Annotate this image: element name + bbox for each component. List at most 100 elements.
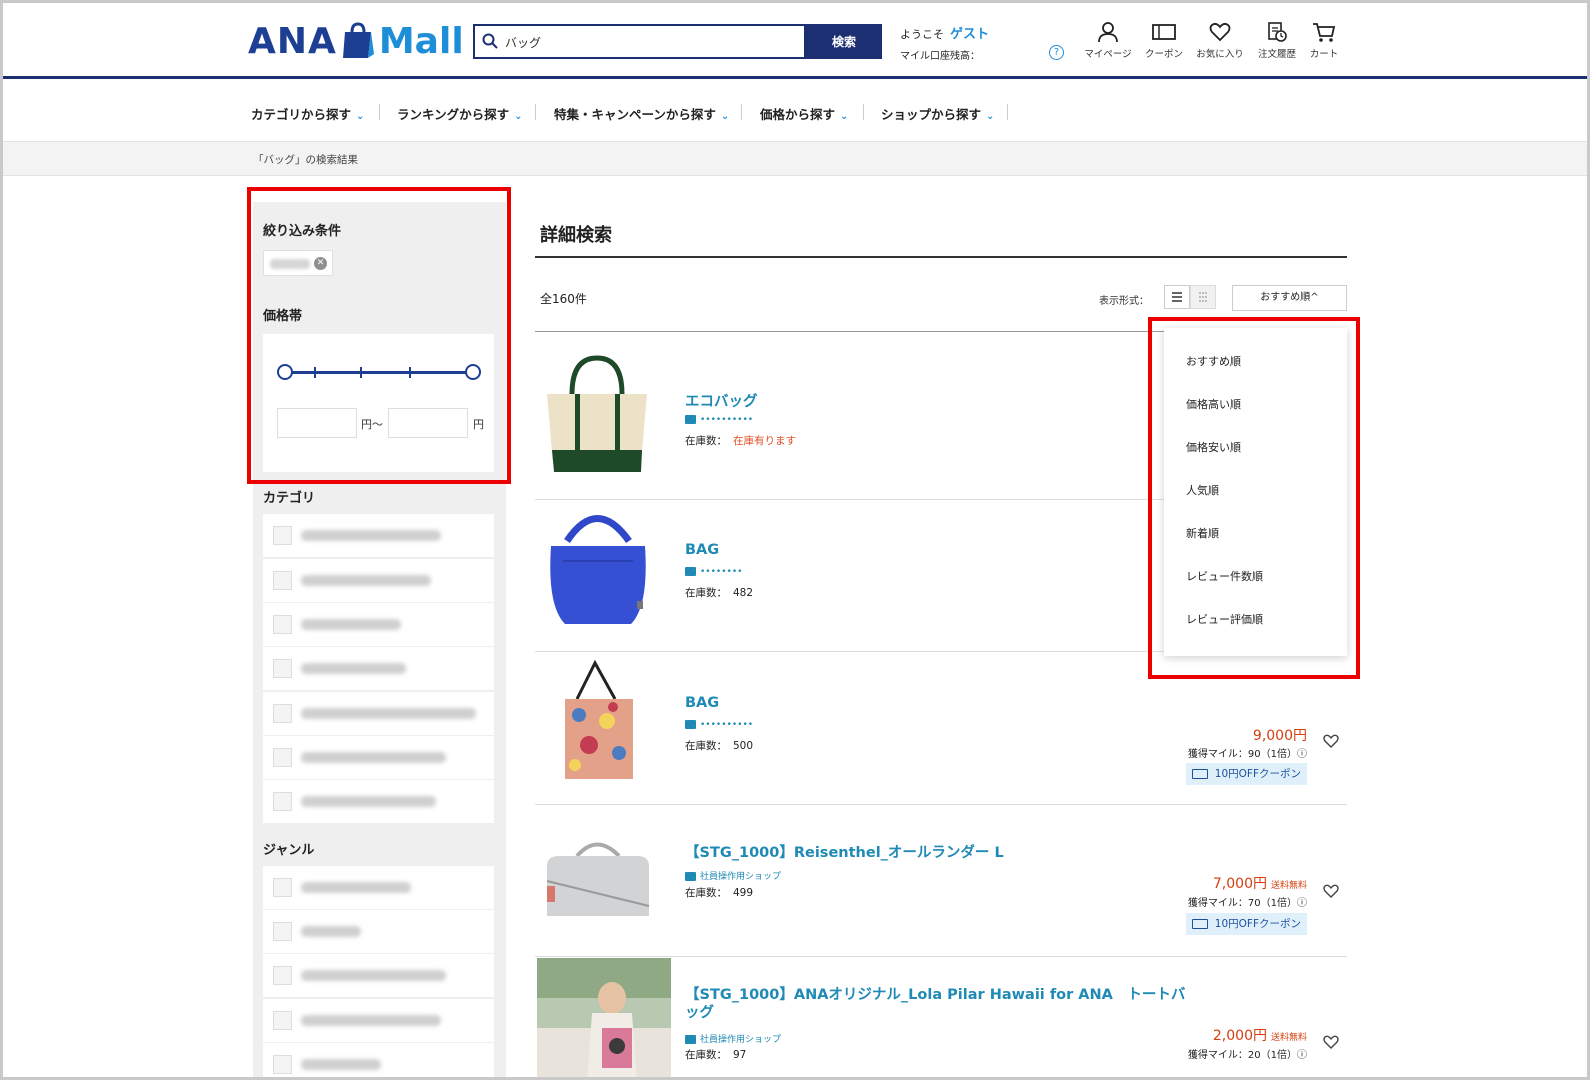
page-title: 詳細検索 bbox=[540, 225, 612, 246]
filter-label bbox=[301, 752, 446, 763]
category-filter-row[interactable] bbox=[263, 780, 494, 823]
sort-select[interactable]: おすすめ順^ bbox=[1232, 285, 1347, 311]
checkbox[interactable] bbox=[273, 878, 292, 897]
checkbox[interactable] bbox=[273, 704, 292, 723]
checkbox[interactable] bbox=[273, 659, 292, 678]
shop-icon bbox=[685, 567, 696, 576]
shop-link[interactable]: •••••••••• bbox=[685, 720, 753, 730]
checkbox[interactable] bbox=[273, 748, 292, 767]
heart-icon[interactable] bbox=[1323, 733, 1339, 749]
free-shipping-label: 送料無料 bbox=[1270, 1033, 1307, 1043]
checkbox[interactable] bbox=[273, 571, 292, 590]
header-nav-label: クーポン bbox=[1144, 49, 1183, 60]
shop-link[interactable]: 社員操作用ショップ bbox=[685, 1032, 781, 1045]
checkbox[interactable] bbox=[273, 526, 292, 545]
chevron-down-icon: ⌄ bbox=[356, 111, 365, 122]
filter-label bbox=[301, 970, 446, 981]
welcome-prefix: ようこそ bbox=[900, 28, 944, 41]
list-view-icon bbox=[1172, 292, 1182, 302]
checkbox[interactable] bbox=[273, 922, 292, 941]
checkbox[interactable] bbox=[273, 1055, 292, 1074]
header-nav-cart[interactable]: カート bbox=[1294, 21, 1354, 60]
product-image-pattern-tote[interactable] bbox=[537, 659, 659, 783]
genre-filter-row[interactable] bbox=[263, 910, 494, 953]
shop-name: 社員操作用ショップ bbox=[700, 872, 782, 882]
highlight-sort-box bbox=[1148, 317, 1360, 679]
product-name[interactable]: 【STG_1000】ANAオリジナル_Lola Pilar Hawaii for… bbox=[685, 986, 1185, 1022]
genre-filter-row[interactable] bbox=[263, 866, 494, 909]
product-image-blue-bag[interactable] bbox=[537, 506, 659, 630]
product-name[interactable]: BAG bbox=[685, 542, 719, 558]
chevron-down-icon: ⌄ bbox=[840, 111, 849, 122]
chevron-down-icon: ⌄ bbox=[514, 111, 523, 122]
product-item[interactable]: 【STG_1000】ANAオリジナル_Lola Pilar Hawaii for… bbox=[535, 958, 1347, 1080]
heart-icon[interactable] bbox=[1323, 1034, 1339, 1050]
product-image-tote-canvas[interactable] bbox=[537, 354, 659, 478]
search-box bbox=[473, 24, 806, 59]
filter-label bbox=[301, 882, 411, 893]
heart-icon[interactable] bbox=[1323, 883, 1339, 899]
product-name[interactable]: エコバッグ bbox=[685, 390, 758, 411]
coupon-badge[interactable]: 10円OFFクーポン bbox=[1185, 763, 1307, 785]
shop-name: •••••••• bbox=[700, 567, 743, 577]
header-nav-mypage[interactable]: マイページ bbox=[1078, 21, 1138, 60]
category-filter-row[interactable] bbox=[263, 514, 494, 557]
checkbox[interactable] bbox=[273, 615, 292, 634]
product-price: 2,000円 送料無料 bbox=[1213, 1025, 1307, 1045]
header-nav-favorites[interactable]: お気に入り bbox=[1190, 21, 1250, 60]
shop-name: •••••••••• bbox=[700, 720, 754, 730]
title-divider bbox=[535, 256, 1347, 258]
product-item[interactable]: 【STG_1000】Reisenthel_オールランダー L 社員操作用ショップ… bbox=[535, 805, 1347, 957]
category-filter-row[interactable] bbox=[263, 559, 494, 602]
stock-info: 在庫数： 97 bbox=[685, 1047, 746, 1062]
nav-category[interactable]: カテゴリから探す ⌄ bbox=[251, 104, 364, 123]
product-name[interactable]: BAG bbox=[685, 695, 719, 711]
category-filter-row[interactable] bbox=[263, 692, 494, 735]
category-filter-row[interactable] bbox=[263, 647, 494, 690]
ana-mall-logo[interactable]: ANA Mall bbox=[248, 17, 464, 65]
search-button[interactable]: 検索 bbox=[806, 24, 882, 59]
stock-value: 482 bbox=[733, 587, 754, 599]
product-price: 9,000円 bbox=[1252, 728, 1307, 744]
nav-divider bbox=[863, 104, 864, 120]
shop-link[interactable]: 社員操作用ショップ bbox=[685, 869, 781, 882]
category-filter-row[interactable] bbox=[263, 603, 494, 646]
shop-link[interactable]: •••••••• bbox=[685, 567, 742, 577]
miles-earned: 獲得マイル：90（1倍）ⓘ bbox=[1187, 749, 1307, 760]
search-icon bbox=[482, 33, 498, 49]
checkbox[interactable] bbox=[273, 1011, 292, 1030]
nav-label: ショップから探す bbox=[881, 107, 982, 122]
nav-shop[interactable]: ショップから探す ⌄ bbox=[881, 104, 994, 123]
coupon-badge[interactable]: 10円OFFクーポン bbox=[1185, 913, 1307, 935]
grid-view-toggle[interactable] bbox=[1190, 285, 1216, 309]
shop-icon bbox=[685, 872, 696, 881]
nav-campaign[interactable]: 特集・キャンペーンから探す ⌄ bbox=[554, 104, 729, 123]
checkbox[interactable] bbox=[273, 966, 292, 985]
nav-ranking[interactable]: ランキングから探す ⌄ bbox=[397, 104, 523, 123]
breadcrumb-bar: 「バッグ」の検索結果 bbox=[3, 142, 1587, 176]
product-image-duffel[interactable] bbox=[537, 811, 659, 935]
nav-price[interactable]: 価格から探す ⌄ bbox=[760, 104, 848, 123]
checkbox[interactable] bbox=[273, 792, 292, 811]
shopping-bag-logo-icon bbox=[341, 22, 375, 60]
guest-link[interactable]: ゲスト bbox=[950, 27, 989, 42]
product-name[interactable]: 【STG_1000】Reisenthel_オールランダー L bbox=[685, 841, 1004, 862]
list-view-toggle[interactable] bbox=[1164, 285, 1190, 309]
help-icon[interactable]: ? bbox=[1049, 45, 1064, 60]
genre-filter-row[interactable] bbox=[263, 999, 494, 1042]
category-title: カテゴリ bbox=[263, 491, 316, 506]
nav-divider bbox=[535, 104, 536, 120]
coupon-label: 10円OFFクーポン bbox=[1214, 918, 1301, 930]
product-price: 7,000円 送料無料 bbox=[1213, 873, 1307, 893]
genre-filter-row[interactable] bbox=[263, 954, 494, 997]
header-nav-coupon[interactable]: クーポン bbox=[1134, 21, 1194, 60]
stock-label: 在庫数： bbox=[685, 887, 727, 899]
genre-filter-row[interactable] bbox=[263, 1043, 494, 1077]
shop-link[interactable]: •••••••••• bbox=[685, 415, 753, 425]
nav-divider bbox=[1007, 104, 1008, 120]
product-image-lifestyle-tote[interactable] bbox=[537, 958, 671, 1080]
filter-label bbox=[301, 796, 436, 807]
search-input[interactable] bbox=[505, 30, 795, 54]
page: ANA Mall 検索 ようこそゲスト マイル口座残高： ? マイページ クーポ bbox=[0, 0, 1590, 1080]
category-filter-row[interactable] bbox=[263, 736, 494, 779]
